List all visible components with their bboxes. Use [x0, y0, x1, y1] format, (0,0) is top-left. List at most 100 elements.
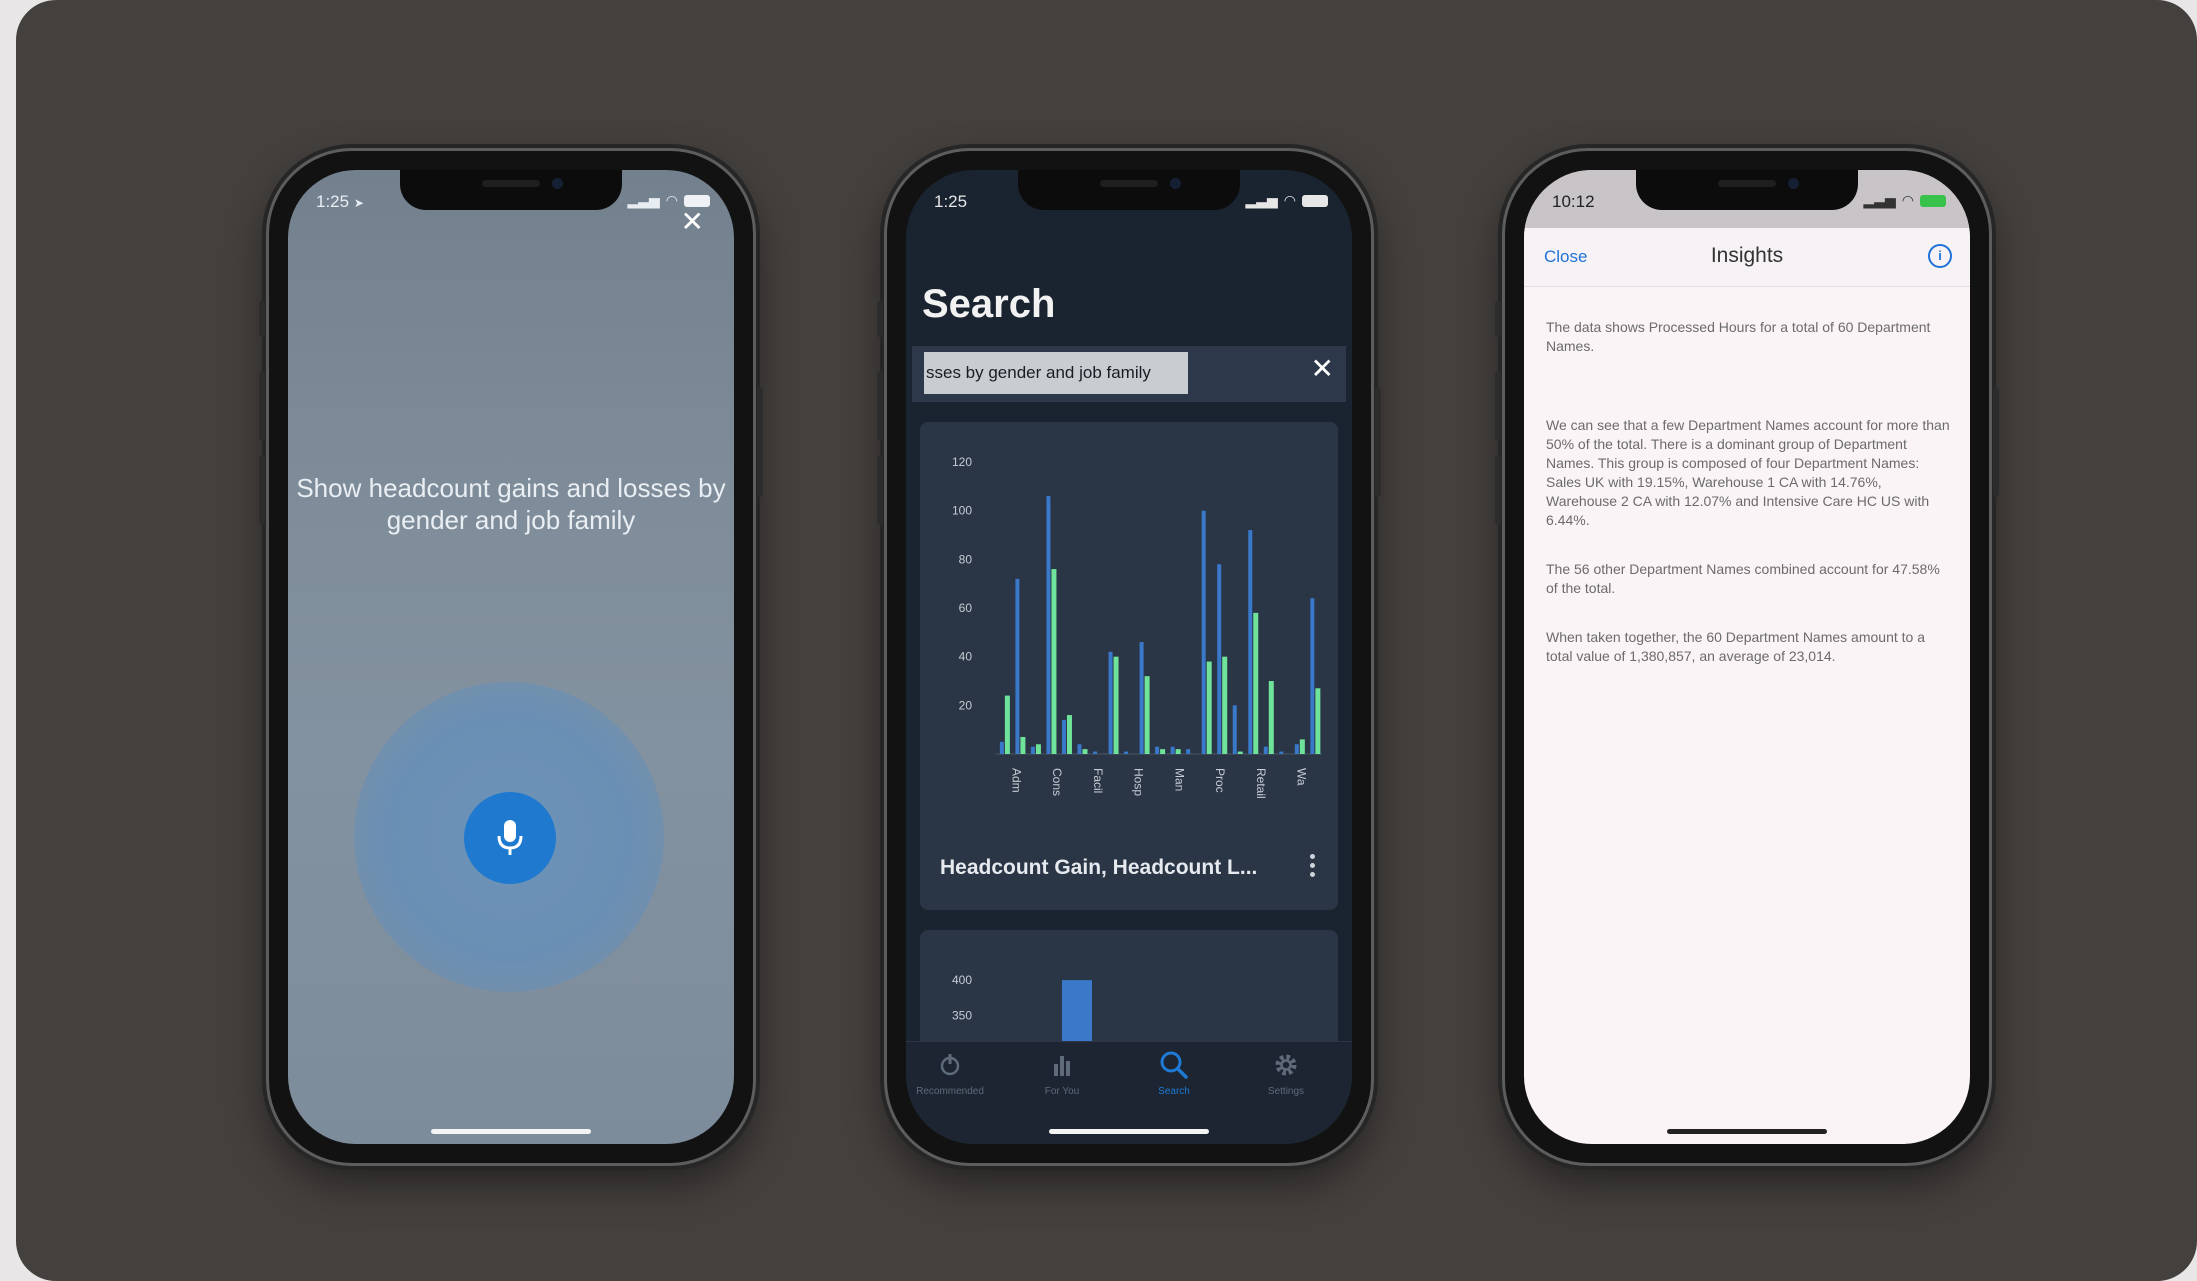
mute-switch	[1495, 301, 1501, 337]
y-tick-label: 20	[959, 698, 973, 712]
home-indicator[interactable]	[431, 1129, 591, 1134]
clear-search-icon[interactable]: ✕	[1311, 355, 1334, 383]
bar	[1051, 569, 1057, 754]
tab-label: Recommended	[916, 1086, 984, 1097]
bar	[1077, 744, 1082, 754]
side-button	[1375, 387, 1381, 497]
x-tick-label: Cons	[1050, 768, 1064, 796]
recommended-icon	[940, 1054, 960, 1076]
info-icon[interactable]: i	[1928, 244, 1952, 268]
x-tick-label: Retail	[1254, 768, 1268, 799]
volume-up-button	[877, 371, 883, 441]
bar	[1237, 751, 1243, 754]
y-tick-label: 80	[959, 552, 973, 566]
microphone-icon	[497, 820, 523, 855]
x-tick-label: Hosp	[1132, 768, 1146, 796]
status-time: 1:25	[934, 192, 968, 211]
signal-icon: ▂▃▅	[627, 192, 660, 208]
chart-card[interactable]: 20 40 60 80 100 120 Adm Cons Facil Hosp Man Proc Ret…	[920, 422, 1338, 910]
insight-paragraph: We can see that a few Department Names a…	[1546, 417, 1950, 528]
bar	[1093, 751, 1098, 754]
notch	[1636, 170, 1858, 210]
tab-label: For You	[1044, 1086, 1080, 1097]
page-title: Search	[922, 282, 1056, 326]
wifi-icon: ◠	[1283, 192, 1296, 208]
bar	[1175, 749, 1181, 754]
page-title: Insights	[1710, 244, 1784, 267]
battery-icon	[1302, 194, 1328, 207]
notch	[400, 170, 622, 210]
bar	[1232, 705, 1237, 754]
bar	[1310, 598, 1315, 754]
chart-card-title: Headcount Gain, Headcount L...	[940, 856, 1258, 879]
bar	[1144, 676, 1150, 754]
microphone-button[interactable]	[464, 792, 556, 884]
bar	[1201, 510, 1206, 754]
bar	[999, 741, 1004, 754]
bar	[1113, 656, 1119, 754]
bar	[1124, 751, 1129, 754]
home-indicator[interactable]	[1049, 1129, 1209, 1134]
wifi-icon: ◠	[1901, 192, 1914, 208]
bar	[1206, 661, 1212, 754]
status-time: 1:25 ➤	[316, 192, 364, 211]
insights-screen: 10:12 ▂▃▅ ◠ Close Insights i The data sh…	[1524, 170, 1970, 1144]
status-time: 10:12	[1552, 192, 1595, 211]
volume-up-button	[1495, 371, 1501, 441]
battery-icon	[1920, 194, 1946, 207]
y-tick-label: 350	[952, 1009, 972, 1023]
side-button	[1993, 387, 1999, 497]
bar	[1155, 746, 1160, 754]
bar-chart-icon	[1054, 1056, 1070, 1076]
volume-up-button	[259, 371, 265, 441]
navigation-bar: Close Insights i	[1524, 228, 1970, 287]
x-tick-label: Adm	[1009, 768, 1023, 793]
tab-for-you[interactable]: For You	[1012, 1050, 1112, 1097]
x-tick-label: Man	[1172, 768, 1186, 791]
notch	[1018, 170, 1240, 210]
bar	[1299, 739, 1305, 754]
bar	[1222, 656, 1228, 754]
tab-label: Search	[1158, 1086, 1190, 1097]
tab-settings[interactable]: Settings	[1236, 1050, 1336, 1097]
more-options-icon[interactable]	[1310, 854, 1316, 881]
app-showcase-stage: 1:25 ➤ ▂▃▅ ◠ ✕ Show headcount gains and …	[16, 0, 2197, 1281]
voice-screen: 1:25 ➤ ▂▃▅ ◠ ✕ Show headcount gains and …	[288, 170, 734, 1144]
close-icon[interactable]: ✕	[681, 208, 704, 236]
tab-recommended[interactable]: Recommended	[906, 1050, 1000, 1097]
gear-icon	[1275, 1054, 1297, 1076]
insight-paragraph: The data shows Processed Hours for a tot…	[1546, 319, 1931, 354]
mute-switch	[877, 301, 883, 337]
side-button	[757, 387, 763, 497]
bar	[1108, 651, 1113, 754]
x-tick-label: Facil	[1091, 768, 1105, 793]
insight-paragraph: The 56 other Department Names combined a…	[1546, 561, 1940, 596]
bar	[1035, 744, 1041, 754]
y-tick-label: 40	[959, 650, 973, 664]
x-tick-label: Wa	[1295, 768, 1309, 786]
status-icons: ▂▃▅ ◠	[1245, 192, 1328, 209]
home-indicator[interactable]	[1667, 1129, 1827, 1134]
bar	[1268, 681, 1274, 754]
search-icon	[1160, 1051, 1188, 1079]
wifi-icon: ◠	[665, 192, 678, 208]
bar	[1253, 612, 1259, 754]
bar	[1315, 688, 1321, 754]
bar	[1217, 564, 1222, 754]
phone-voice-input: 1:25 ➤ ▂▃▅ ◠ ✕ Show headcount gains and …	[259, 148, 763, 1166]
phone-search: 1:25 ▂▃▅ ◠ Search sses by gender and job…	[877, 148, 1381, 1166]
bar	[1004, 695, 1010, 754]
search-input[interactable]: sses by gender and job family	[924, 352, 1188, 394]
y-tick-label: 400	[952, 973, 972, 987]
bar	[1139, 642, 1144, 754]
signal-icon: ▂▃▅	[1245, 192, 1278, 208]
phone-insights: 10:12 ▂▃▅ ◠ Close Insights i The data sh…	[1495, 148, 1999, 1166]
tab-search[interactable]: Search	[1124, 1050, 1224, 1097]
volume-down-button	[259, 455, 265, 525]
bar	[1160, 749, 1166, 754]
search-bar: sses by gender and job family ✕	[912, 346, 1346, 402]
y-tick-label: 120	[952, 455, 972, 469]
bar	[1015, 578, 1020, 754]
voice-utterance-text: Show headcount gains and losses by gende…	[296, 473, 726, 535]
battery-icon	[684, 194, 710, 207]
